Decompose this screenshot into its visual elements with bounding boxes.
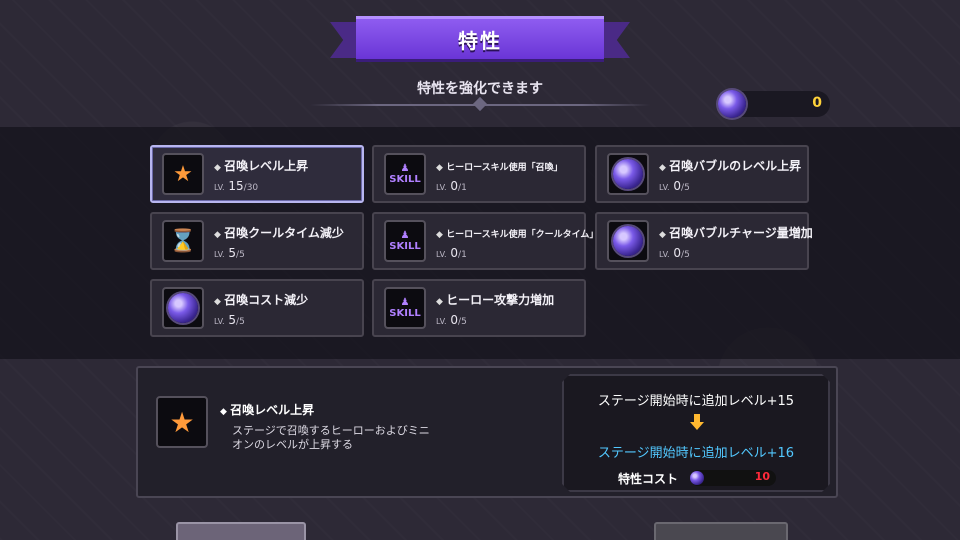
star-lv-icon: ★ <box>162 153 204 195</box>
purple-orb-icon <box>718 90 746 118</box>
trait-level: LV. 0/5 <box>436 313 467 327</box>
trait-level: LV. 0/5 <box>659 179 690 193</box>
trait-level: LV. 15/30 <box>214 179 259 193</box>
trait-level: LV. 0/1 <box>436 246 467 260</box>
detail-name: 召喚レベル上昇 <box>220 401 314 418</box>
detail-description: ステージで召喚するヒーローおよびミニオンのレベルが上昇する <box>232 424 430 451</box>
trait-name: 召喚バブルチャージ量増加 <box>659 224 813 241</box>
title-banner: 特性 <box>330 12 630 68</box>
upgrade-preview: ステージ開始時に追加レベル+15 ステージ開始時に追加レベル+16 特性コスト … <box>562 374 830 492</box>
reset-button[interactable] <box>176 522 306 540</box>
currency-display: 0 <box>718 90 830 118</box>
trait-card-summon-cost[interactable]: 召喚コスト減少 LV. 5/5 <box>150 279 364 337</box>
trait-level: LV. 0/1 <box>436 179 467 193</box>
trait-card-skill-cooldown[interactable]: ♟SKILL ヒーロースキル使用「クールタイム」 LV. 0/1 <box>372 212 598 270</box>
trait-name: 召喚クールタイム減少 <box>214 224 344 241</box>
bubble-lv-icon <box>607 153 649 195</box>
skill-icon: ♟ SKILL <box>384 287 426 329</box>
trait-card-skill-summon[interactable]: ♟SKILL ヒーロースキル使用「召喚」 LV. 0/1 <box>372 145 586 203</box>
trait-name: 召喚レベル上昇 <box>214 157 308 174</box>
trait-card-hero-attack[interactable]: ♟SKILL ヒーロー攻撃力増加 LV. 0/5 <box>372 279 586 337</box>
page-title: 特性 <box>356 16 604 62</box>
page-subtitle: 特性を強化できます <box>417 81 543 97</box>
bubble-plus-icon <box>607 220 649 262</box>
trait-detail-panel: ★ 召喚レベル上昇 ステージで召喚するヒーローおよびミニオンのレベルが上昇する … <box>136 366 838 498</box>
skill-icon: ♟ SKILL <box>384 153 426 195</box>
trait-name: ヒーロースキル使用「クールタイム」 <box>436 227 598 240</box>
trait-card-bubble-charge[interactable]: 召喚バブルチャージ量増加 LV. 0/5 <box>595 212 813 270</box>
cost-label: 特性コスト <box>618 472 679 486</box>
current-effect: ステージ開始時に追加レベル+15 <box>597 394 795 409</box>
purple-orb-icon <box>690 471 704 485</box>
trait-card-summon-level[interactable]: ★ 召喚レベル上昇 LV. 15/30 <box>150 145 364 203</box>
trait-card-summon-cooldown[interactable]: ⌛ 召喚クールタイム減少 LV. 5/5 <box>150 212 364 270</box>
cost-value: 10 <box>754 470 770 483</box>
hourglass-icon: ⌛ <box>162 220 204 262</box>
next-effect: ステージ開始時に追加レベル+16 <box>597 446 795 461</box>
skill-icon: ♟ SKILL <box>384 220 426 262</box>
trait-name: ヒーロー攻撃力増加 <box>436 291 554 308</box>
arrow-down-icon <box>690 414 704 432</box>
cost-display: 10 <box>690 470 776 486</box>
trait-name: ヒーロースキル使用「召喚」 <box>436 160 563 173</box>
currency-value: 0 <box>812 95 822 111</box>
trait-level: LV. 5/5 <box>214 246 245 260</box>
upgrade-button[interactable] <box>654 522 788 540</box>
bubble-down-icon <box>162 287 204 329</box>
trait-level: LV. 0/5 <box>659 246 690 260</box>
trait-card-bubble-level[interactable]: 召喚バブルのレベル上昇 LV. 0/5 <box>595 145 809 203</box>
trait-name: 召喚コスト減少 <box>214 291 308 308</box>
star-lv-icon: ★ <box>156 396 208 448</box>
trait-name: 召喚バブルのレベル上昇 <box>659 157 801 174</box>
trait-level: LV. 5/5 <box>214 313 245 327</box>
